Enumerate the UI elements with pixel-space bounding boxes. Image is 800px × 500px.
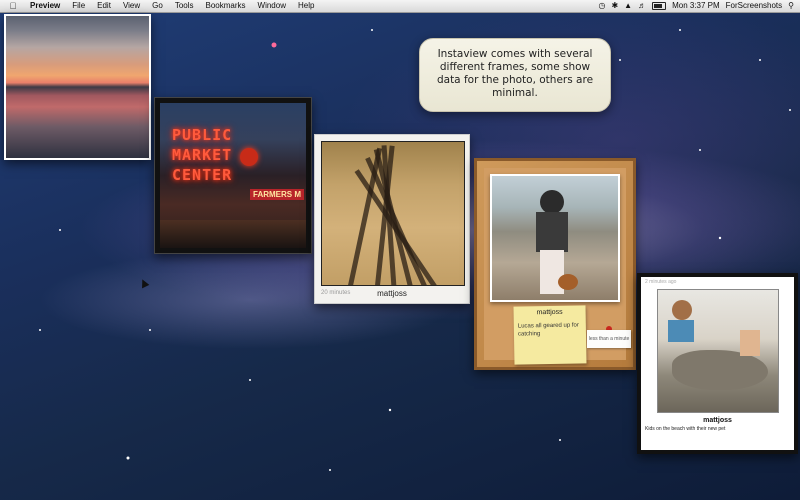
menu-clock[interactable]: Mon 3:37 PM bbox=[672, 0, 720, 12]
mouse-cursor-icon bbox=[138, 277, 150, 289]
menu-edit[interactable]: Edit bbox=[91, 0, 117, 12]
sign-line-2: MARKET bbox=[172, 146, 233, 164]
menu-app-preview[interactable]: Preview bbox=[24, 0, 66, 12]
market-street bbox=[160, 220, 306, 248]
menu-go[interactable]: Go bbox=[146, 0, 169, 12]
market-clock bbox=[240, 148, 258, 166]
corkboard-photo-frame[interactable]: mattjoss Lucas all geared up for catchin… bbox=[474, 158, 636, 370]
beach-photo bbox=[656, 289, 779, 413]
wifi-icon[interactable]: ▲ bbox=[624, 0, 632, 12]
sticky-note: mattjoss Lucas all geared up for catchin… bbox=[513, 305, 587, 365]
sunset-photo-frame[interactable] bbox=[4, 14, 151, 160]
catcher-kid bbox=[532, 190, 578, 296]
shadows-caption: 20 minutes mattjoss bbox=[321, 286, 463, 306]
beach-caption: Kids on the beach with their new pet bbox=[645, 426, 726, 432]
menu-user[interactable]: ForScreenshots bbox=[726, 0, 782, 12]
volume-icon[interactable]: ♬ bbox=[638, 0, 646, 12]
menu-view[interactable]: View bbox=[117, 0, 146, 12]
market-photo-frame[interactable]: PUBLIC MARKET CENTER FARMERS M bbox=[154, 97, 312, 254]
market-neon-sign: PUBLIC MARKET CENTER bbox=[172, 125, 282, 185]
menu-extras: ◷ ✱ ▲ ♬ Mon 3:37 PM ForScreenshots ⚲ bbox=[598, 0, 800, 12]
time-machine-icon[interactable]: ◷ bbox=[598, 0, 605, 12]
menu-tools[interactable]: Tools bbox=[169, 0, 200, 12]
menu-bookmarks[interactable]: Bookmarks bbox=[200, 0, 252, 12]
beach-user: mattjoss bbox=[703, 417, 732, 424]
apple-icon[interactable]:  bbox=[8, 0, 18, 12]
shadows-user: mattjoss bbox=[377, 289, 407, 298]
farmers-sign: FARMERS M bbox=[250, 189, 304, 200]
spotlight-icon[interactable]: ⚲ bbox=[788, 0, 794, 12]
sticky-caption: Lucas all geared up for catching bbox=[517, 322, 579, 338]
shadows-photo-frame[interactable]: 20 minutes mattjoss bbox=[314, 134, 470, 304]
sign-line-3: CENTER bbox=[172, 166, 233, 184]
info-tooltip: Instaview comes with several different f… bbox=[419, 38, 611, 112]
menu-window[interactable]: Window bbox=[252, 0, 292, 12]
corkboard-time: less than a minute bbox=[587, 330, 631, 348]
shadows-photo bbox=[321, 141, 465, 286]
menu-file[interactable]: File bbox=[66, 0, 91, 12]
sign-line-1: PUBLIC bbox=[172, 126, 233, 144]
market-photo: PUBLIC MARKET CENTER FARMERS M bbox=[160, 103, 306, 248]
corkboard: mattjoss Lucas all geared up for catchin… bbox=[484, 168, 631, 365]
menu-bar:  Preview File Edit View Go Tools Bookma… bbox=[0, 0, 800, 13]
battery-icon[interactable] bbox=[652, 2, 667, 10]
catcher-photo-frame bbox=[490, 174, 620, 302]
beach-photo-frame[interactable]: 2 minutes ago mattjoss Kids on the beach… bbox=[637, 273, 798, 454]
catcher-photo bbox=[492, 176, 618, 300]
beach-time: 2 minutes ago bbox=[645, 279, 677, 285]
sunset-photo bbox=[6, 16, 149, 158]
menu-help[interactable]: Help bbox=[292, 0, 320, 12]
sticky-user: mattjoss bbox=[536, 308, 563, 317]
bluetooth-icon[interactable]: ✱ bbox=[611, 0, 618, 12]
